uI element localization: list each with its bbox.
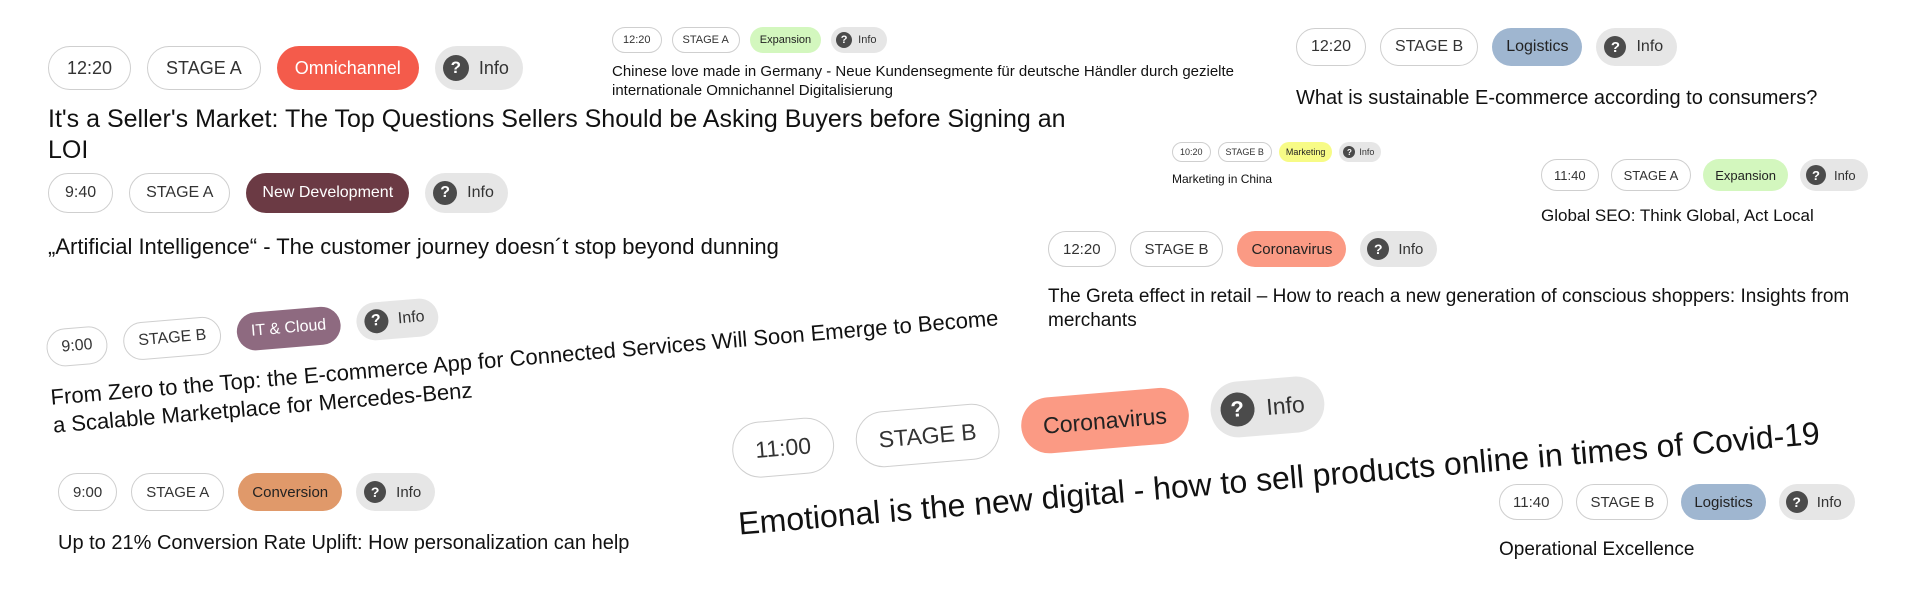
info-button[interactable]: ? Info <box>356 473 436 511</box>
info-label: Info <box>1833 167 1856 183</box>
session-time: 12:20 <box>48 46 132 90</box>
info-button[interactable]: ? Info <box>1208 374 1327 440</box>
session-card: 9:00 STAGE A Conversion ? Info Up to 21%… <box>58 473 778 556</box>
info-label: Info <box>1359 147 1375 157</box>
info-button[interactable]: ? Info <box>1596 28 1678 66</box>
info-label: Info <box>1816 493 1842 511</box>
question-circle-icon: ? <box>363 308 390 335</box>
session-card: 11:40 STAGE A Expansion ? Info Global SE… <box>1541 159 1901 226</box>
session-stage: STAGE A <box>129 173 231 213</box>
info-label: Info <box>1265 390 1306 420</box>
session-time: 12:20 <box>612 27 662 53</box>
session-time: 11:40 <box>1499 484 1564 520</box>
session-meta: 10:20 STAGE B Marketing ? Info <box>1172 142 1412 162</box>
session-tag[interactable]: Marketing <box>1278 142 1333 162</box>
info-label: Info <box>467 184 494 201</box>
info-label: Info <box>858 34 877 46</box>
info-button[interactable]: ? Info <box>425 173 508 213</box>
session-title[interactable]: Up to 21% Conversion Rate Uplift: How pe… <box>58 531 778 556</box>
session-meta: 11:40 STAGE A Expansion ? Info <box>1541 159 1901 191</box>
session-title[interactable]: „Artificial Intelligence“ - The customer… <box>48 233 948 261</box>
info-button[interactable]: ? Info <box>1778 484 1855 520</box>
session-card: 12:20 STAGE B Logistics ? Info What is s… <box>1296 28 1896 111</box>
session-meta: 12:20 STAGE A Expansion ? Info <box>612 27 1282 53</box>
session-card: 11:40 STAGE B Logistics ? Info Operation… <box>1499 484 1879 562</box>
session-time: 9:00 <box>45 324 110 368</box>
session-title[interactable]: It's a Seller's Market: The Top Question… <box>48 104 1108 167</box>
info-button[interactable]: ? Info <box>434 46 523 90</box>
session-tag[interactable]: Expansion <box>749 27 822 53</box>
session-tag[interactable]: Logistics <box>1492 28 1583 66</box>
question-circle-icon: ? <box>1604 36 1627 58</box>
question-circle-icon: ? <box>1343 146 1356 158</box>
session-stage: STAGE A <box>671 27 740 53</box>
session-title[interactable]: What is sustainable E-commerce according… <box>1296 86 1896 111</box>
session-tag[interactable]: Expansion <box>1703 159 1788 191</box>
session-meta: 9:40 STAGE A New Development ? Info <box>48 173 948 213</box>
session-time: 9:00 <box>58 473 118 511</box>
session-title[interactable]: The Greta effect in retail – How to reac… <box>1048 285 1898 333</box>
info-button[interactable]: ? Info <box>1799 159 1868 191</box>
session-meta: 12:20 STAGE B Logistics ? Info <box>1296 28 1896 66</box>
info-button[interactable]: ? Info <box>1339 142 1382 162</box>
session-title[interactable]: Marketing in China <box>1172 172 1412 187</box>
session-stage: STAGE A <box>1610 159 1692 191</box>
session-card: 9:40 STAGE A New Development ? Info „Art… <box>48 173 948 261</box>
session-time: 11:40 <box>1541 159 1599 191</box>
info-label: Info <box>396 483 422 501</box>
info-label: Info <box>397 308 426 328</box>
session-tag[interactable]: Logistics <box>1681 484 1766 520</box>
session-stage: STAGE B <box>853 401 1002 470</box>
question-circle-icon: ? <box>1367 238 1390 260</box>
session-title[interactable]: Operational Excellence <box>1499 538 1879 562</box>
session-title[interactable]: Chinese love made in Germany - Neue Kund… <box>612 63 1282 101</box>
session-meta: 11:40 STAGE B Logistics ? Info <box>1499 484 1879 520</box>
session-stage: STAGE B <box>1576 484 1669 520</box>
session-time: 11:00 <box>730 415 837 480</box>
session-stage: STAGE A <box>131 473 225 511</box>
session-tag[interactable]: Coronavirus <box>1237 231 1347 267</box>
question-circle-icon: ? <box>442 55 469 81</box>
question-circle-icon: ? <box>1219 391 1256 428</box>
session-time: 9:40 <box>48 173 114 213</box>
info-label: Info <box>1636 38 1664 55</box>
session-card: 9:00 STAGE B IT & Cloud ? Info From Zero… <box>45 250 1011 439</box>
info-button[interactable]: ? Info <box>1360 231 1438 267</box>
info-label: Info <box>1398 240 1424 258</box>
info-label: Info <box>478 57 509 78</box>
session-tag[interactable]: IT & Cloud <box>235 305 342 352</box>
session-card: 12:20 STAGE A Expansion ? Info Chinese l… <box>612 27 1282 101</box>
session-stage: STAGE B <box>1380 28 1479 66</box>
session-time: 10:20 <box>1172 142 1211 162</box>
session-stage: STAGE B <box>1129 231 1224 267</box>
info-button[interactable]: ? Info <box>354 297 441 342</box>
session-tag[interactable]: Omnichannel <box>276 46 419 90</box>
question-circle-icon: ? <box>1805 165 1826 185</box>
question-circle-icon: ? <box>364 481 387 503</box>
info-button[interactable]: ? Info <box>831 27 887 53</box>
session-tag[interactable]: Conversion <box>238 473 343 511</box>
session-title[interactable]: Global SEO: Think Global, Act Local <box>1541 205 1901 226</box>
question-circle-icon: ? <box>836 32 853 48</box>
session-stage: STAGE A <box>147 46 261 90</box>
session-time: 12:20 <box>1048 231 1116 267</box>
session-tag[interactable]: Coronavirus <box>1018 385 1191 456</box>
session-time: 12:20 <box>1296 28 1367 66</box>
session-stage: STAGE B <box>1217 142 1272 162</box>
question-circle-icon: ? <box>433 181 458 205</box>
session-meta: 9:00 STAGE A Conversion ? Info <box>58 473 778 511</box>
question-circle-icon: ? <box>1785 491 1808 513</box>
session-stage: STAGE B <box>121 315 223 362</box>
session-tag[interactable]: New Development <box>246 173 410 213</box>
session-card: 10:20 STAGE B Marketing ? Info Marketing… <box>1172 142 1412 187</box>
session-meta: 12:20 STAGE B Coronavirus ? Info <box>1048 231 1898 267</box>
session-card: 12:20 STAGE B Coronavirus ? Info The Gre… <box>1048 231 1898 333</box>
